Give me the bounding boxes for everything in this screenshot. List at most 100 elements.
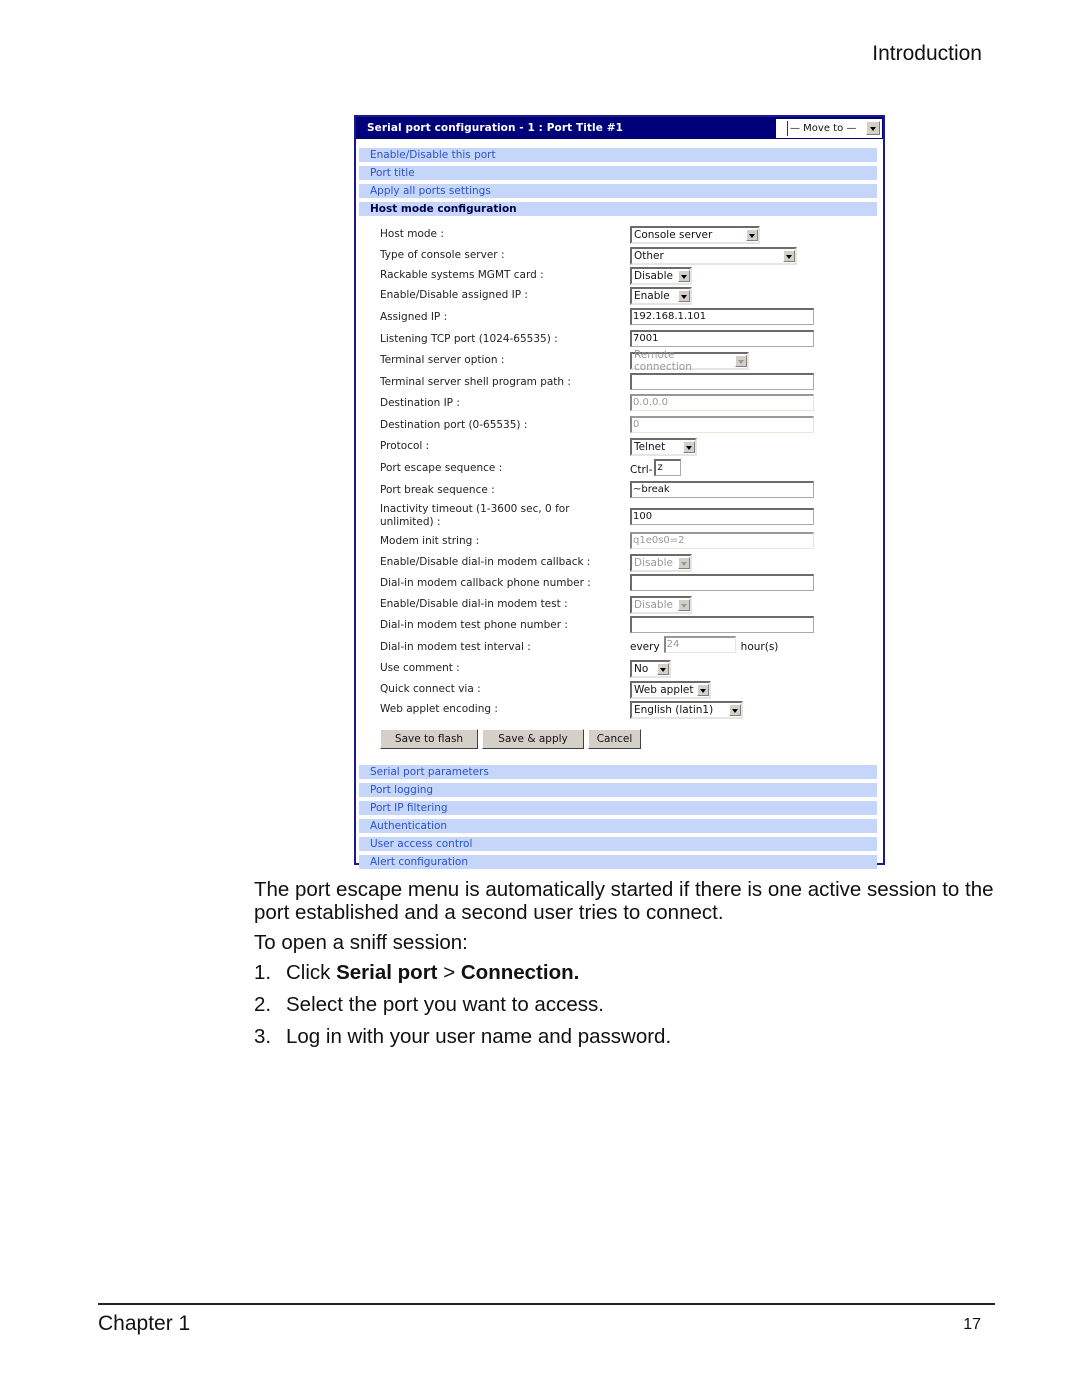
chevron-down-icon bbox=[683, 441, 695, 453]
steps-list: 1. Click Serial port > Connection. 2. Se… bbox=[254, 961, 994, 1048]
nav-port-logging[interactable]: Port logging bbox=[359, 783, 877, 797]
footer-rule bbox=[98, 1303, 995, 1305]
nav-host-mode-config[interactable]: Host mode configuration bbox=[359, 202, 877, 216]
label-applet-encoding: Web applet encoding : bbox=[380, 703, 498, 715]
use-comment-value: No bbox=[634, 663, 649, 675]
protocol-select[interactable]: Telnet bbox=[630, 438, 697, 456]
test-interval-prefix: every bbox=[630, 641, 660, 653]
nav-alert-configuration[interactable]: Alert configuration bbox=[359, 855, 877, 869]
chevron-down-icon bbox=[783, 250, 795, 262]
mgmt-card-select[interactable]: Disable bbox=[630, 267, 692, 285]
escape-seq-input[interactable]: z bbox=[654, 458, 682, 476]
tcp-port-input[interactable]: 7001 bbox=[630, 330, 814, 347]
body-text: The port escape menu is automatically st… bbox=[254, 878, 994, 1057]
label-mgmt-card: Rackable systems MGMT card : bbox=[380, 269, 544, 281]
chevron-down-icon bbox=[866, 121, 880, 135]
nav-authentication[interactable]: Authentication bbox=[359, 819, 877, 833]
applet-encoding-select[interactable]: English (latin1) bbox=[630, 701, 743, 719]
save-to-flash-button[interactable]: Save to flash bbox=[380, 729, 478, 749]
label-test-phone: Dial-in modem test phone number : bbox=[380, 619, 568, 631]
shell-path-input[interactable] bbox=[630, 373, 814, 390]
callback-toggle-select[interactable]: Disable bbox=[630, 554, 692, 572]
host-mode-select[interactable]: Console server bbox=[630, 226, 760, 244]
protocol-value: Telnet bbox=[634, 441, 666, 453]
running-head: Introduction bbox=[872, 42, 982, 65]
chevron-down-icon bbox=[678, 290, 690, 302]
nav-enable-disable-port[interactable]: Enable/Disable this port bbox=[359, 148, 877, 162]
chevron-down-icon bbox=[678, 599, 690, 611]
test-phone-input[interactable] bbox=[630, 616, 814, 633]
console-type-value: Other bbox=[634, 250, 664, 262]
assigned-ip-toggle-value: Enable bbox=[634, 290, 670, 302]
chevron-down-icon bbox=[735, 355, 747, 367]
nav-port-title[interactable]: Port title bbox=[359, 166, 877, 180]
assigned-ip-input[interactable]: 192.168.1.101 bbox=[630, 308, 814, 325]
label-host-mode: Host mode : bbox=[380, 228, 444, 240]
inactivity-input[interactable]: 100 bbox=[630, 508, 814, 525]
modem-test-toggle-value: Disable bbox=[634, 599, 673, 611]
menu-connection: Connection. bbox=[460, 961, 580, 984]
page-number: 17 bbox=[963, 1316, 981, 1333]
assigned-ip-toggle-select[interactable]: Enable bbox=[630, 287, 692, 305]
panel-title: Serial port configuration - 1 : Port Tit… bbox=[367, 122, 624, 134]
test-interval-suffix: hour(s) bbox=[740, 641, 779, 653]
step-item: 3. Log in with your user name and passwo… bbox=[254, 1025, 994, 1048]
label-inactivity: Inactivity timeout (1-3600 sec, 0 for un… bbox=[380, 503, 570, 528]
label-callback-toggle: Enable/Disable dial-in modem callback : bbox=[380, 556, 591, 568]
nav-user-access-control[interactable]: User access control bbox=[359, 837, 877, 851]
menu-serial-port: Serial port bbox=[336, 961, 438, 984]
step-number: 3. bbox=[254, 1025, 272, 1048]
paragraph-sniff-intro: To open a sniff session: bbox=[254, 931, 468, 954]
test-interval-input[interactable]: 24 bbox=[663, 636, 736, 653]
nav-apply-all-ports[interactable]: Apply all ports settings bbox=[359, 184, 877, 198]
label-dest-port: Destination port (0-65535) : bbox=[380, 419, 528, 431]
quick-connect-value: Web applet bbox=[634, 684, 694, 696]
panel-header: Serial port configuration - 1 : Port Tit… bbox=[356, 117, 883, 139]
modem-init-input[interactable]: q1e0s0=2 bbox=[630, 532, 814, 549]
chevron-down-icon bbox=[697, 684, 709, 696]
applet-encoding-value: English (latin1) bbox=[634, 704, 714, 716]
test-interval-group: every 24 hour(s) bbox=[630, 636, 778, 653]
nav-port-ip-filtering[interactable]: Port IP filtering bbox=[359, 801, 877, 815]
ts-option-select[interactable]: Remote connection bbox=[630, 349, 749, 373]
host-mode-form: Host mode : Console server Type of conso… bbox=[356, 220, 883, 765]
label-quick-connect: Quick connect via : bbox=[380, 683, 481, 695]
serial-port-config-panel: Serial port configuration - 1 : Port Tit… bbox=[354, 115, 885, 869]
step-text: Select the port you want to access. bbox=[286, 993, 604, 1016]
label-break-seq: Port break sequence : bbox=[380, 484, 495, 496]
move-to-value: — Move to — bbox=[787, 120, 866, 136]
callback-phone-input[interactable] bbox=[630, 574, 814, 591]
chevron-down-icon bbox=[746, 229, 758, 241]
step-text: Click Serial port > Connection. bbox=[286, 961, 579, 984]
bottom-nav: Serial port parameters Port logging Port… bbox=[356, 765, 883, 869]
label-use-comment: Use comment : bbox=[380, 662, 460, 674]
label-tcp-port: Listening TCP port (1024-65535) : bbox=[380, 333, 558, 345]
paragraph-escape-menu: The port escape menu is automatically st… bbox=[254, 878, 994, 924]
escape-seq-group: Ctrl- z bbox=[630, 458, 682, 476]
label-dest-ip: Destination IP : bbox=[380, 397, 460, 409]
label-assigned-ip: Assigned IP : bbox=[380, 311, 448, 323]
label-protocol: Protocol : bbox=[380, 440, 430, 452]
host-mode-value: Console server bbox=[634, 229, 713, 241]
chevron-down-icon bbox=[657, 663, 669, 675]
use-comment-select[interactable]: No bbox=[630, 660, 671, 678]
step-number: 1. bbox=[254, 961, 272, 984]
modem-test-toggle-select[interactable]: Disable bbox=[630, 596, 692, 614]
mgmt-card-value: Disable bbox=[634, 270, 673, 282]
label-modem-init: Modem init string : bbox=[380, 535, 480, 547]
dest-port-input[interactable]: 0 bbox=[630, 416, 814, 433]
dest-ip-input[interactable]: 0.0.0.0 bbox=[630, 394, 814, 411]
label-modem-test-toggle: Enable/Disable dial-in modem test : bbox=[380, 598, 568, 610]
cancel-button[interactable]: Cancel bbox=[588, 729, 641, 749]
escape-seq-prefix: Ctrl- bbox=[630, 464, 653, 476]
save-and-apply-button[interactable]: Save & apply bbox=[482, 729, 584, 749]
console-type-select[interactable]: Other bbox=[630, 247, 797, 265]
label-escape-seq: Port escape sequence : bbox=[380, 462, 503, 474]
label-ts-option: Terminal server option : bbox=[380, 354, 505, 366]
nav-serial-port-parameters[interactable]: Serial port parameters bbox=[359, 765, 877, 779]
quick-connect-select[interactable]: Web applet bbox=[630, 681, 711, 699]
step-item: 2. Select the port you want to access. bbox=[254, 993, 994, 1016]
step-separator: > bbox=[437, 961, 461, 984]
break-seq-input[interactable]: ~break bbox=[630, 481, 814, 498]
move-to-select[interactable]: — Move to — bbox=[776, 118, 882, 138]
